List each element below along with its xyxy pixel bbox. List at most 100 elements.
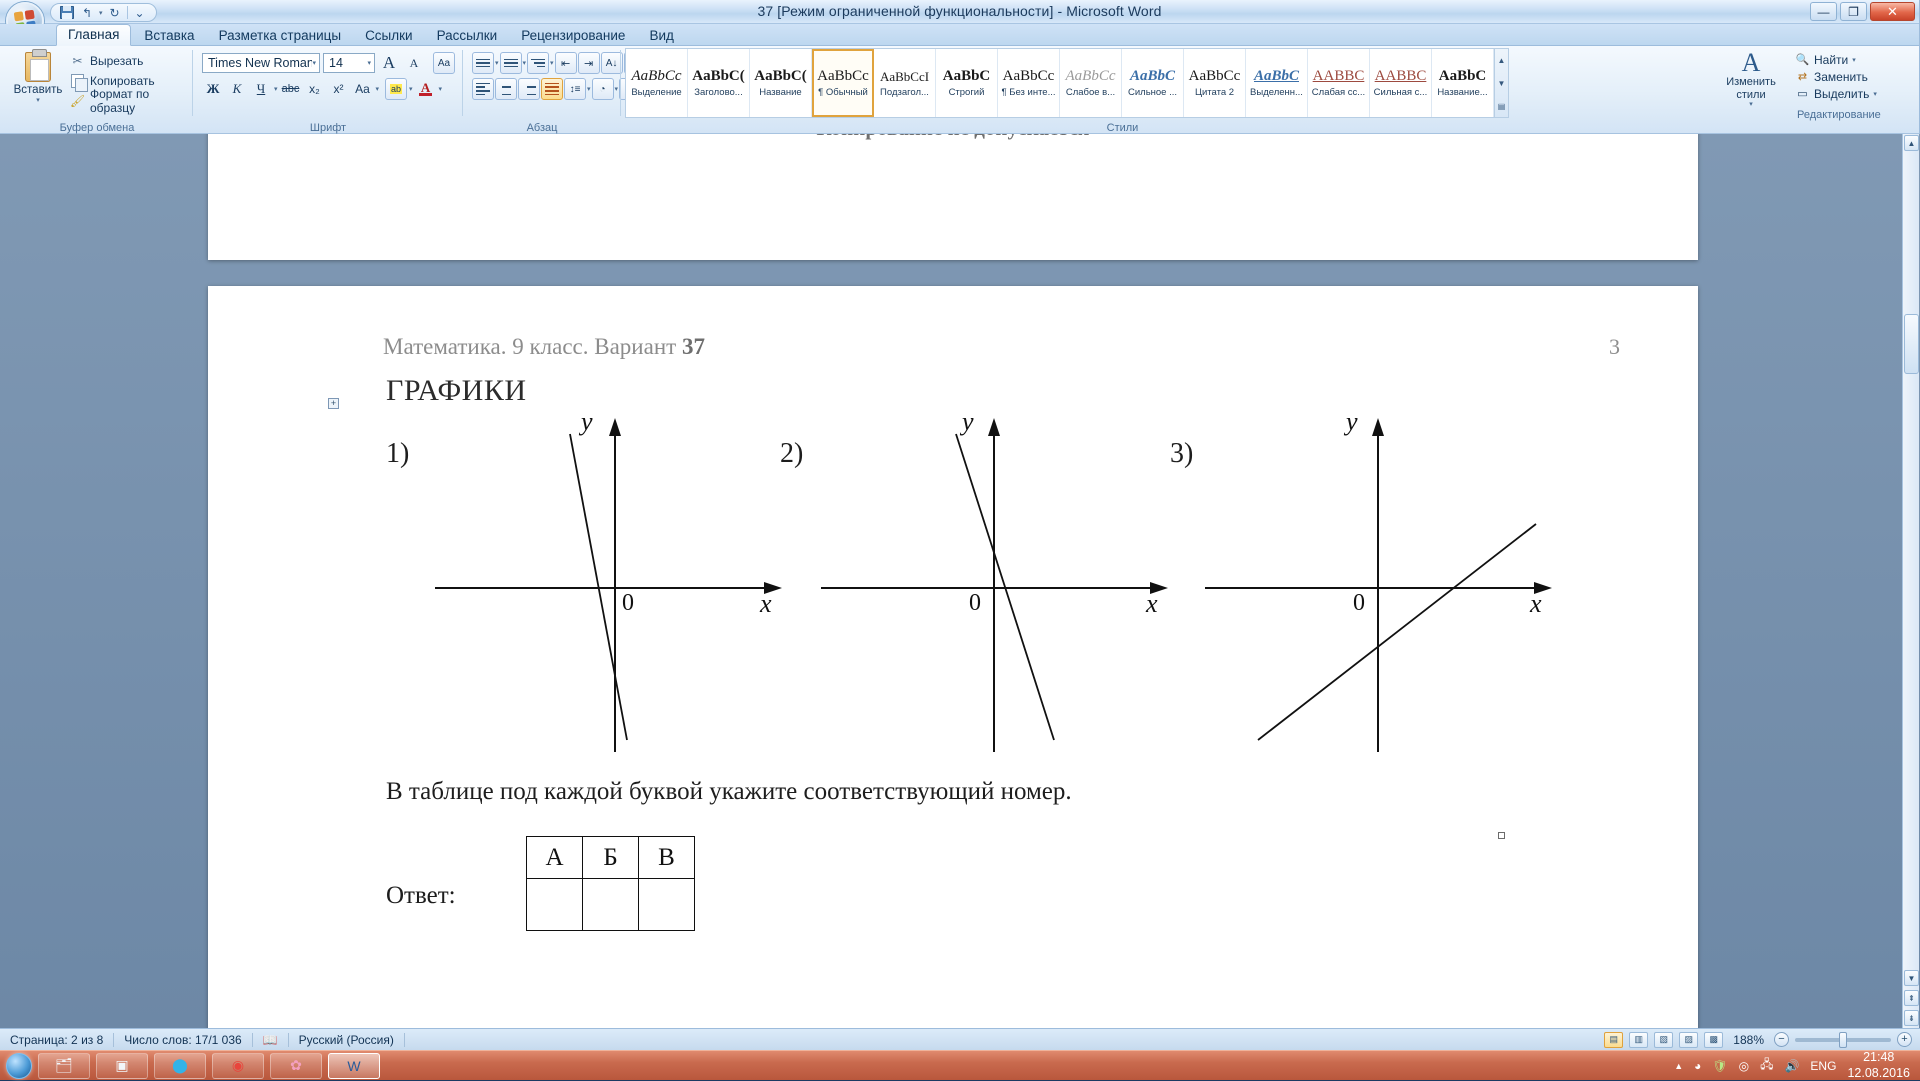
next-page-button[interactable]: ⇟ <box>1904 1010 1919 1026</box>
style-item-12[interactable]: AABBCСильная с... <box>1370 49 1432 117</box>
tab-mailings[interactable]: Рассылки <box>426 26 509 46</box>
style-item-10[interactable]: AaBbCВыделенн... <box>1246 49 1308 117</box>
multilevel-list-button[interactable] <box>527 52 549 74</box>
numbering-button[interactable] <box>500 52 522 74</box>
disc-icon[interactable]: ◎ <box>1739 1059 1749 1073</box>
answer-cell-b[interactable] <box>583 879 639 931</box>
document-canvas[interactable]: Копирование не допускается Математика. 9… <box>0 134 1920 1028</box>
status-page[interactable]: Страница: 2 из 8 <box>0 1033 113 1047</box>
tab-references[interactable]: Ссылки <box>354 26 424 46</box>
font-color-dropdown-icon[interactable]: ▾ <box>439 85 443 93</box>
paste-button[interactable]: Вставить ▾ <box>10 52 66 104</box>
customize-qat-icon[interactable]: ⌄ <box>132 5 148 21</box>
replace-button[interactable]: ⇄ Заменить <box>1795 68 1915 85</box>
style-item-13[interactable]: AaBbCНазвание... <box>1432 49 1494 117</box>
view-web-layout-button[interactable]: ▧ <box>1654 1032 1673 1048</box>
taskbar-item-palette[interactable]: ✿ <box>270 1053 322 1079</box>
styles-gallery-scroll[interactable]: ▲▼▤ <box>1494 49 1508 117</box>
previous-page-button[interactable]: ⇞ <box>1904 990 1919 1006</box>
zoom-level[interactable]: 188% <box>1729 1033 1768 1047</box>
undo-dropdown-icon[interactable]: ▾ <box>99 9 103 17</box>
style-item-0[interactable]: AaBbCcВыделение <box>626 49 688 117</box>
taskbar-item-media[interactable]: ▣ <box>96 1053 148 1079</box>
superscript-button[interactable]: x² <box>328 78 350 100</box>
style-item-1[interactable]: AaBbC(Заголово... <box>688 49 750 117</box>
shield-icon[interactable]: 🛡 <box>1712 1059 1727 1073</box>
show-hidden-icons-button[interactable]: ▲ <box>1674 1061 1683 1071</box>
shading-button[interactable]: ◔ <box>592 78 614 100</box>
align-right-button[interactable] <box>518 78 540 100</box>
document-page[interactable]: Математика. 9 класс. Вариант 37 3 ГРАФИК… <box>208 286 1698 1028</box>
change-case-button[interactable]: Aa <box>352 78 374 100</box>
zoom-out-button[interactable]: − <box>1774 1032 1789 1047</box>
zoom-slider-handle[interactable] <box>1839 1032 1847 1048</box>
shrink-font-button[interactable]: A <box>403 52 425 74</box>
taskbar-item-skype[interactable]: ⬤ <box>154 1053 206 1079</box>
font-color-button[interactable]: A <box>415 78 437 100</box>
style-item-8[interactable]: AaBbCСильное ... <box>1122 49 1184 117</box>
view-outline-button[interactable]: ▨ <box>1679 1032 1698 1048</box>
view-full-screen-reading-button[interactable]: ▥ <box>1629 1032 1648 1048</box>
status-word-count[interactable]: Число слов: 17/1 036 <box>114 1033 251 1047</box>
select-button[interactable]: ▭ Выделить ▾ <box>1795 85 1915 102</box>
style-item-2[interactable]: AaBbC(Название <box>750 49 812 117</box>
align-center-button[interactable] <box>495 78 517 100</box>
answer-table[interactable]: А Б В <box>526 836 695 931</box>
steam-icon[interactable]: ◕ <box>1694 1059 1701 1073</box>
highlight-dropdown-icon[interactable]: ▾ <box>409 85 413 93</box>
scroll-up-button[interactable]: ▲ <box>1904 135 1919 151</box>
find-dropdown-icon[interactable]: ▾ <box>1852 56 1856 64</box>
style-item-6[interactable]: AaBbCc¶ Без инте... <box>998 49 1060 117</box>
save-icon[interactable] <box>59 5 75 21</box>
text-highlight-button[interactable]: ab <box>385 78 407 100</box>
network-icon[interactable]: 🖧 <box>1760 1055 1773 1076</box>
shading-dropdown-icon[interactable]: ▾ <box>615 85 619 93</box>
volume-icon[interactable]: 🔊 <box>1784 1059 1799 1073</box>
scroll-thumb[interactable] <box>1904 314 1919 374</box>
undo-icon[interactable]: ↰ <box>79 5 95 21</box>
minimize-button[interactable]: — <box>1810 2 1837 21</box>
tab-review[interactable]: Рецензирование <box>510 26 636 46</box>
table-row-values[interactable] <box>527 879 695 931</box>
styles-scroll-up-icon[interactable]: ▲ <box>1495 49 1508 71</box>
taskbar-item-chrome[interactable]: ◉ <box>212 1053 264 1079</box>
numbering-dropdown-icon[interactable]: ▾ <box>523 59 527 67</box>
status-language[interactable]: Русский (Россия) <box>289 1033 404 1047</box>
select-dropdown-icon[interactable]: ▾ <box>1873 90 1877 98</box>
tab-insert[interactable]: Вставка <box>133 26 205 46</box>
zoom-slider[interactable] <box>1795 1038 1891 1042</box>
font-name-combo[interactable]: Times New Roman ▾ <box>202 53 320 73</box>
vertical-scrollbar[interactable]: ▲ ▼ ⇞ ⇟ <box>1902 134 1919 1028</box>
tab-page-layout[interactable]: Разметка страницы <box>208 26 352 46</box>
style-item-5[interactable]: AaBbCСтрогий <box>936 49 998 117</box>
bullets-dropdown-icon[interactable]: ▾ <box>495 59 499 67</box>
decrease-indent-button[interactable]: ⇤ <box>555 52 577 74</box>
redo-icon[interactable]: ↻ <box>107 5 123 21</box>
multilevel-dropdown-icon[interactable]: ▾ <box>550 59 554 67</box>
styles-scroll-down-icon[interactable]: ▼ <box>1495 72 1508 94</box>
tab-home[interactable]: Главная <box>56 24 131 46</box>
view-draft-button[interactable]: ▩ <box>1704 1032 1723 1048</box>
taskbar-item-folder[interactable]: 🗂 <box>38 1053 90 1079</box>
align-justify-button[interactable] <box>541 78 563 100</box>
expand-collapse-icon[interactable]: + <box>328 398 339 409</box>
styles-more-icon[interactable]: ▤ <box>1495 95 1508 117</box>
style-item-9[interactable]: AaBbCcЦитата 2 <box>1184 49 1246 117</box>
style-item-11[interactable]: AABBCСлабая сс... <box>1308 49 1370 117</box>
close-button[interactable]: ✕ <box>1870 2 1915 21</box>
answer-cell-v[interactable] <box>639 879 695 931</box>
tray-language[interactable]: ENG <box>1810 1059 1836 1073</box>
find-button[interactable]: 🔍 Найти ▾ <box>1795 51 1915 68</box>
view-print-layout-button[interactable]: ▤ <box>1604 1032 1623 1048</box>
line-spacing-button[interactable]: ↕≡ <box>564 78 586 100</box>
font-size-combo[interactable]: 14 ▾ <box>323 53 375 73</box>
cut-button[interactable]: ✂ Вырезать <box>70 52 188 69</box>
bold-button[interactable]: Ж <box>202 78 224 100</box>
style-item-7[interactable]: AaBbCcСлабое в... <box>1060 49 1122 117</box>
line-spacing-dropdown-icon[interactable]: ▾ <box>587 85 591 93</box>
tab-view[interactable]: Вид <box>638 26 684 46</box>
start-button[interactable] <box>6 1053 32 1079</box>
bullets-button[interactable] <box>472 52 494 74</box>
restore-button[interactable]: ❐ <box>1840 2 1867 21</box>
italic-button[interactable]: К <box>226 78 248 100</box>
